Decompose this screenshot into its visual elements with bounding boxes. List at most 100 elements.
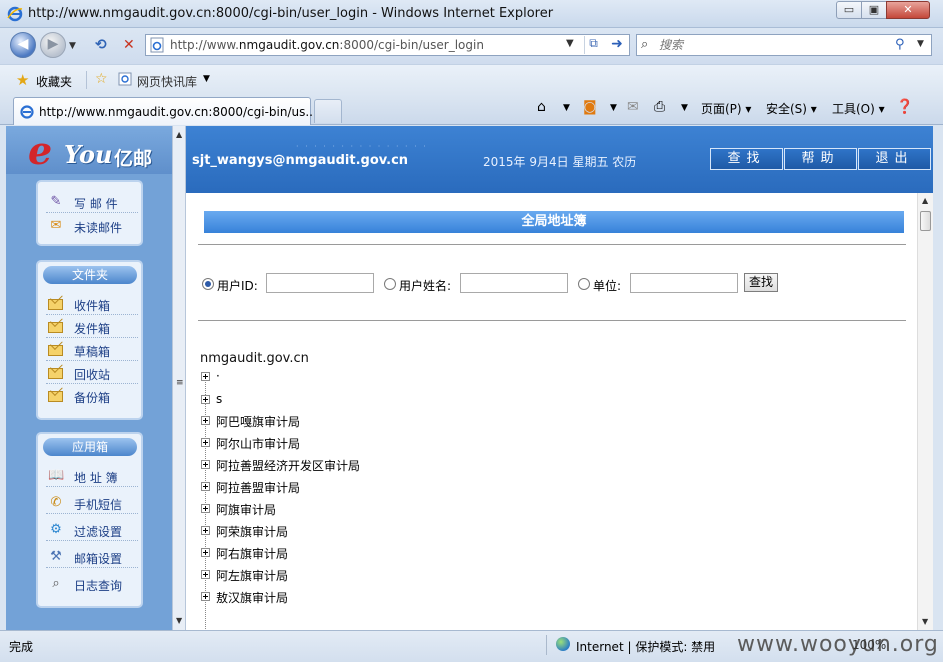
sidebar-item-unread[interactable]: ✉ 未读邮件 [46,216,138,237]
sidebar-item-mailbox-settings[interactable]: ⚒ 邮箱设置 [46,547,138,568]
scroll-down-icon[interactable]: ▼ [922,617,928,626]
forward-button[interactable]: ▶ [40,32,66,58]
safety-menu-label: 安全(S) [766,102,807,116]
radio-user-id[interactable] [202,278,214,290]
compose-box: ✎ 写 邮 件 ✉ 未读邮件 [36,180,143,246]
go-arrow-icon[interactable]: ➜ [606,36,628,54]
expand-icon[interactable] [201,570,210,579]
web-slice-gallery-link[interactable]: 网页快讯库 [137,73,197,90]
apps-header: 应用箱 [43,438,137,456]
url-host: nmgaudit.gov.cn [238,38,340,52]
address-dropdown-icon[interactable]: ▼ [566,38,574,49]
expand-icon[interactable] [201,460,210,469]
logout-button[interactable]: 退出 [858,148,931,170]
sidebar-item-sent[interactable]: 发件箱 [46,317,138,338]
address-url[interactable]: http://www.nmgaudit.gov.cn:8000/cgi-bin/… [170,38,484,52]
divider [546,635,547,655]
sidebar-item-filter[interactable]: ⚙ 过滤设置 [46,520,138,541]
help-icon[interactable]: ❓ [896,99,913,115]
sidebar-item-compose[interactable]: ✎ 写 邮 件 [46,192,138,213]
refresh-icon[interactable]: ⟲ [95,37,107,53]
tree-node-label: s [216,392,223,406]
search-button[interactable]: 查找 [744,273,778,292]
user-name-input[interactable] [460,273,568,293]
back-button[interactable]: ◀ [10,32,36,58]
page-menu[interactable]: 页面(P) ▾ [701,100,751,117]
sidebar-item-backup[interactable]: 备份箱 [46,386,138,407]
ie-logo-icon [7,6,23,22]
scroll-down-icon[interactable]: ▼ [176,616,182,625]
divider [198,244,906,245]
add-favorites-icon[interactable]: ☆ [95,71,108,87]
favorites-star-icon[interactable]: ★ [16,71,29,89]
tab-label: http://www.nmgaudit.gov.cn:8000/cgi-bin/… [39,105,317,119]
expand-icon[interactable] [201,416,210,425]
sidebar-item-label: 手机短信 [74,498,123,512]
domain-root: nmgaudit.gov.cn [200,351,309,366]
expand-icon[interactable] [201,438,210,447]
logo-e: e [28,128,53,173]
zoom-level[interactable]: 100% [852,638,886,652]
sidebar-item-label: 收件箱 [74,299,111,313]
scroll-thumb[interactable] [920,211,931,231]
splitter-grip-icon[interactable]: ≡ [176,378,184,388]
print-dropdown-icon[interactable]: ▼ [681,103,688,113]
expand-icon[interactable] [201,548,210,557]
minimize-button[interactable]: ▭ [836,1,862,19]
sidebar-item-drafts[interactable]: 草稿箱 [46,340,138,361]
expand-icon[interactable] [201,372,210,381]
expand-icon[interactable] [201,482,210,491]
print-icon[interactable]: ⎙ [654,99,665,115]
security-zone[interactable]: Internet | 保护模式: 禁用 [576,638,715,655]
radio-user-name[interactable] [384,278,396,290]
sidebar-item-addressbook[interactable]: 📖 地 址 簿 [46,466,138,487]
help-button[interactable]: 帮助 [784,148,857,170]
search-provider-icon: ⌕ [641,37,649,52]
tree-node-label: 阿左旗审计局 [216,569,289,583]
expand-icon[interactable] [201,526,210,535]
unit-input[interactable] [630,273,738,293]
sidebar-item-label: 地 址 簿 [74,471,118,485]
maximize-button[interactable]: ▣ [861,1,887,19]
content-scrollbar[interactable]: ▲ ▼ [917,193,933,630]
sidebar-item-log[interactable]: ⌕ 日志查询 [46,574,138,595]
home-dropdown-icon[interactable]: ▼ [563,103,570,113]
sidebar-item-inbox[interactable]: 收件箱 [46,294,138,315]
expand-icon[interactable] [201,395,210,404]
new-tab-button[interactable] [314,99,342,123]
user-email: sjt_wangys@nmgaudit.gov.cn [192,153,409,168]
home-icon[interactable]: ⌂ [537,99,546,115]
user-id-input[interactable] [266,273,374,293]
decorative-dots: · · · · · · · · · · · · · · · [296,142,428,151]
stop-icon[interactable]: ✕ [123,37,135,53]
scroll-up-icon[interactable]: ▲ [922,196,928,205]
mail-icon[interactable]: ✉ [627,99,639,115]
expand-icon[interactable] [201,504,210,513]
tab-current[interactable]: http://www.nmgaudit.gov.cn:8000/cgi-bin/… [13,97,317,125]
pencil-icon: ✎ [50,194,62,209]
sidebar-item-trash[interactable]: 回收站 [46,363,138,384]
search-input[interactable] [659,37,879,53]
sidebar-item-label: 未读邮件 [74,221,123,235]
search-icon[interactable]: ⚲ [895,37,905,52]
sidebar-item-label: 回收站 [74,368,111,382]
close-window-button[interactable]: ✕ [886,1,930,19]
history-dropdown-icon[interactable]: ▼ [69,41,76,51]
address-bar[interactable]: http://www.nmgaudit.gov.cn:8000/cgi-bin/… [145,34,630,56]
favorites-button[interactable]: 收藏夹 [36,73,72,90]
expand-icon[interactable] [201,592,210,601]
tools-menu[interactable]: 工具(O) ▾ [832,100,885,117]
book-icon: 📖 [48,468,65,483]
find-button[interactable]: 查找 [710,148,783,170]
feeds-icon[interactable]: ◙ [583,99,597,115]
frame-splitter[interactable]: ▲ ≡ ▼ [172,126,186,630]
radio-unit[interactable] [578,278,590,290]
search-box[interactable]: ⌕ ⚲ ▼ [636,34,932,56]
safety-menu[interactable]: 安全(S) ▾ [766,100,817,117]
scroll-up-icon[interactable]: ▲ [176,130,182,139]
search-dropdown-icon[interactable]: ▼ [917,39,924,49]
feeds-dropdown-icon[interactable]: ▼ [610,103,617,113]
web-slice-dropdown-icon[interactable]: ▼ [203,74,210,84]
compatibility-view-icon[interactable]: ⧉ [584,36,602,54]
sidebar-item-sms[interactable]: ✆ 手机短信 [46,493,138,514]
